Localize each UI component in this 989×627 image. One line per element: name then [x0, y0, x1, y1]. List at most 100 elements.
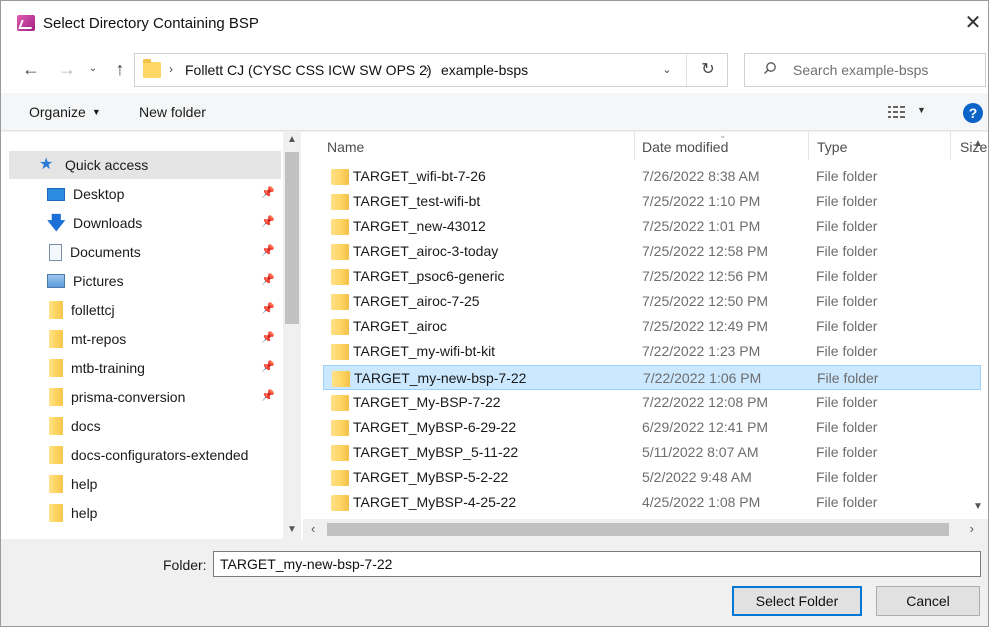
sidebar-scrollbar[interactable]: ▲ ▼	[283, 132, 301, 539]
pin-icon[interactable]: 📌	[261, 244, 275, 257]
folder-icon	[49, 301, 63, 319]
sidebar-item-folder[interactable]: docs	[9, 412, 281, 440]
column-divider[interactable]	[808, 132, 809, 160]
file-list: Name ⌄ Date modified Type Size TARGET_wi…	[303, 132, 988, 539]
pin-icon[interactable]: 📌	[261, 360, 275, 373]
pin-icon[interactable]: 📌	[261, 186, 275, 199]
column-header-name[interactable]: Name	[327, 139, 364, 155]
table-row-selected[interactable]: TARGET_my-new-bsp-7-22 7/22/2022 1:06 PM F…	[323, 365, 981, 390]
organize-button[interactable]: Organize ▼	[29, 104, 101, 120]
sidebar-item-folder[interactable]: help	[9, 499, 281, 527]
back-button[interactable]: ←	[19, 55, 43, 83]
scroll-up-icon[interactable]: ▲	[971, 138, 985, 149]
sidebar-item-label: mtb-training	[71, 360, 145, 376]
pin-icon[interactable]: 📌	[261, 331, 275, 344]
table-row[interactable]: TARGET_test-wifi-bt 7/25/2022 1:10 PM File…	[323, 189, 981, 214]
view-options-icon[interactable]	[888, 105, 906, 119]
table-row[interactable]: TARGET_airoc 7/25/2022 12:49 PM File folde…	[323, 314, 981, 339]
table-row[interactable]: TARGET_MyBSP-5-2-22 5/2/2022 9:48 AM File …	[323, 465, 981, 490]
folder-icon	[49, 330, 63, 348]
pin-icon[interactable]: 📌	[261, 215, 275, 228]
file-type: File folder	[816, 494, 878, 510]
pin-icon[interactable]: 📌	[261, 389, 275, 402]
scroll-left-icon[interactable]: ‹	[311, 521, 315, 536]
cancel-button[interactable]: Cancel	[876, 586, 980, 616]
scroll-down-icon[interactable]: ▼	[283, 524, 301, 535]
title-bar: Select Directory Containing BSP ✕	[1, 1, 988, 45]
scroll-right-icon[interactable]: ›	[970, 521, 974, 536]
table-row[interactable]: TARGET_psoc6-generic 7/25/2022 12:56 PM Fi…	[323, 264, 981, 289]
folder-icon	[143, 59, 161, 78]
sidebar-item-documents[interactable]: Documents 📌	[9, 238, 281, 266]
file-date: 7/25/2022 1:01 PM	[642, 218, 761, 234]
table-row[interactable]: TARGET_my-wifi-bt-kit 7/22/2022 1:23 PM Fi…	[323, 339, 981, 364]
folder-icon	[331, 194, 349, 210]
folder-icon	[331, 344, 349, 360]
select-directory-dialog: Select Directory Containing BSP ✕ ← → ⌄ …	[0, 0, 989, 627]
scrollbar-thumb[interactable]	[285, 152, 299, 324]
breadcrumb-item[interactable]: Follett CJ (CYSC CSS ICW SW OPS 2)	[185, 62, 432, 78]
sidebar-item-label: Downloads	[73, 215, 143, 231]
pin-icon[interactable]: 📌	[261, 273, 275, 286]
new-folder-button[interactable]: New folder	[139, 104, 206, 120]
scroll-up-icon[interactable]: ▲	[283, 134, 301, 145]
column-header-date[interactable]: Date modified	[642, 139, 728, 155]
file-name: TARGET_My-BSP-7-22	[353, 394, 501, 410]
file-date: 7/26/2022 8:38 AM	[642, 168, 760, 184]
column-divider[interactable]	[950, 132, 951, 160]
sidebar-item-folder[interactable]: mt-repos 📌	[9, 325, 281, 353]
table-row[interactable]: TARGET_airoc-7-25 7/25/2022 12:50 PM File …	[323, 289, 981, 314]
file-name: TARGET_my-wifi-bt-kit	[353, 343, 496, 359]
search-input[interactable]: Search example-bsps	[744, 53, 986, 87]
sidebar-item-folder[interactable]: prisma-conversion 📌	[9, 383, 281, 411]
sidebar-item-folder[interactable]: follettcj 📌	[9, 296, 281, 324]
chevron-right-icon[interactable]: ›	[169, 62, 173, 76]
file-name: TARGET_new-43012	[353, 218, 486, 234]
table-row[interactable]: TARGET_airoc-3-today 7/25/2022 12:58 PM Fi…	[323, 239, 981, 264]
file-type: File folder	[816, 394, 878, 410]
table-row[interactable]: TARGET_MyBSP-4-25-22 4/25/2022 1:08 PM Fil…	[323, 490, 981, 515]
up-button[interactable]: ↑	[108, 55, 132, 83]
scroll-down-icon[interactable]: ▼	[971, 501, 985, 512]
forward-button[interactable]: →	[55, 55, 79, 83]
table-row[interactable]: TARGET_MyBSP-6-29-22 6/29/2022 12:41 PM Fi…	[323, 415, 981, 440]
close-button[interactable]: ✕	[958, 5, 988, 41]
sidebar-item-folder[interactable]: mtb-training 📌	[9, 354, 281, 382]
help-icon[interactable]: ?	[963, 103, 983, 123]
address-bar[interactable]: › Follett CJ (CYSC CSS ICW SW OPS 2) › e…	[134, 53, 728, 87]
select-folder-button[interactable]: Select Folder	[732, 586, 862, 616]
recent-locations-button[interactable]: ⌄	[85, 55, 101, 83]
table-row[interactable]: TARGET_wifi-bt-7-26 7/26/2022 8:38 AM File…	[323, 164, 981, 189]
folder-input[interactable]	[213, 551, 981, 577]
sidebar-item-label: Pictures	[73, 273, 124, 289]
refresh-icon[interactable]: ↻	[695, 58, 721, 82]
file-type: File folder	[816, 343, 878, 359]
app-icon	[17, 15, 35, 31]
breadcrumb-item[interactable]: example-bsps	[441, 62, 528, 78]
column-divider[interactable]	[634, 132, 635, 160]
folder-icon	[49, 359, 63, 377]
sidebar-item-desktop[interactable]: Desktop 📌	[9, 180, 281, 208]
chevron-down-icon[interactable]: ⌄	[657, 60, 677, 80]
view-caret-icon[interactable]: ▼	[917, 105, 926, 115]
folder-icon	[331, 470, 349, 486]
table-row[interactable]: TARGET_new-43012 7/25/2022 1:01 PM File fo…	[323, 214, 981, 239]
table-row[interactable]: TARGET_My-BSP-7-22 7/22/2022 12:08 PM File…	[323, 390, 981, 415]
horizontal-scrollbar[interactable]: ‹ ›	[303, 519, 988, 539]
documents-icon	[49, 243, 62, 261]
scrollbar-thumb[interactable]	[327, 523, 949, 536]
column-header-type[interactable]: Type	[817, 139, 847, 155]
sidebar-item-folder[interactable]: docs-configurators-extended	[9, 441, 281, 469]
file-name: TARGET_MyBSP_5-11-22	[353, 444, 519, 460]
sidebar-item-pictures[interactable]: Pictures 📌	[9, 267, 281, 295]
table-row[interactable]: TARGET_MyBSP_5-11-22 5/11/2022 8:07 AM Fil…	[323, 440, 981, 465]
file-type: File folder	[816, 318, 878, 334]
sidebar-item-folder[interactable]: help	[9, 470, 281, 498]
pin-icon[interactable]: 📌	[261, 302, 275, 315]
organize-label: Organize	[29, 104, 86, 120]
sidebar-item-label: Documents	[70, 244, 141, 260]
folder-icon	[331, 169, 349, 185]
sidebar-item-quick-access[interactable]: ★ Quick access	[9, 151, 281, 179]
chevron-right-icon[interactable]: ›	[425, 62, 429, 76]
sidebar-item-downloads[interactable]: 🡇 Downloads 📌	[9, 209, 281, 237]
